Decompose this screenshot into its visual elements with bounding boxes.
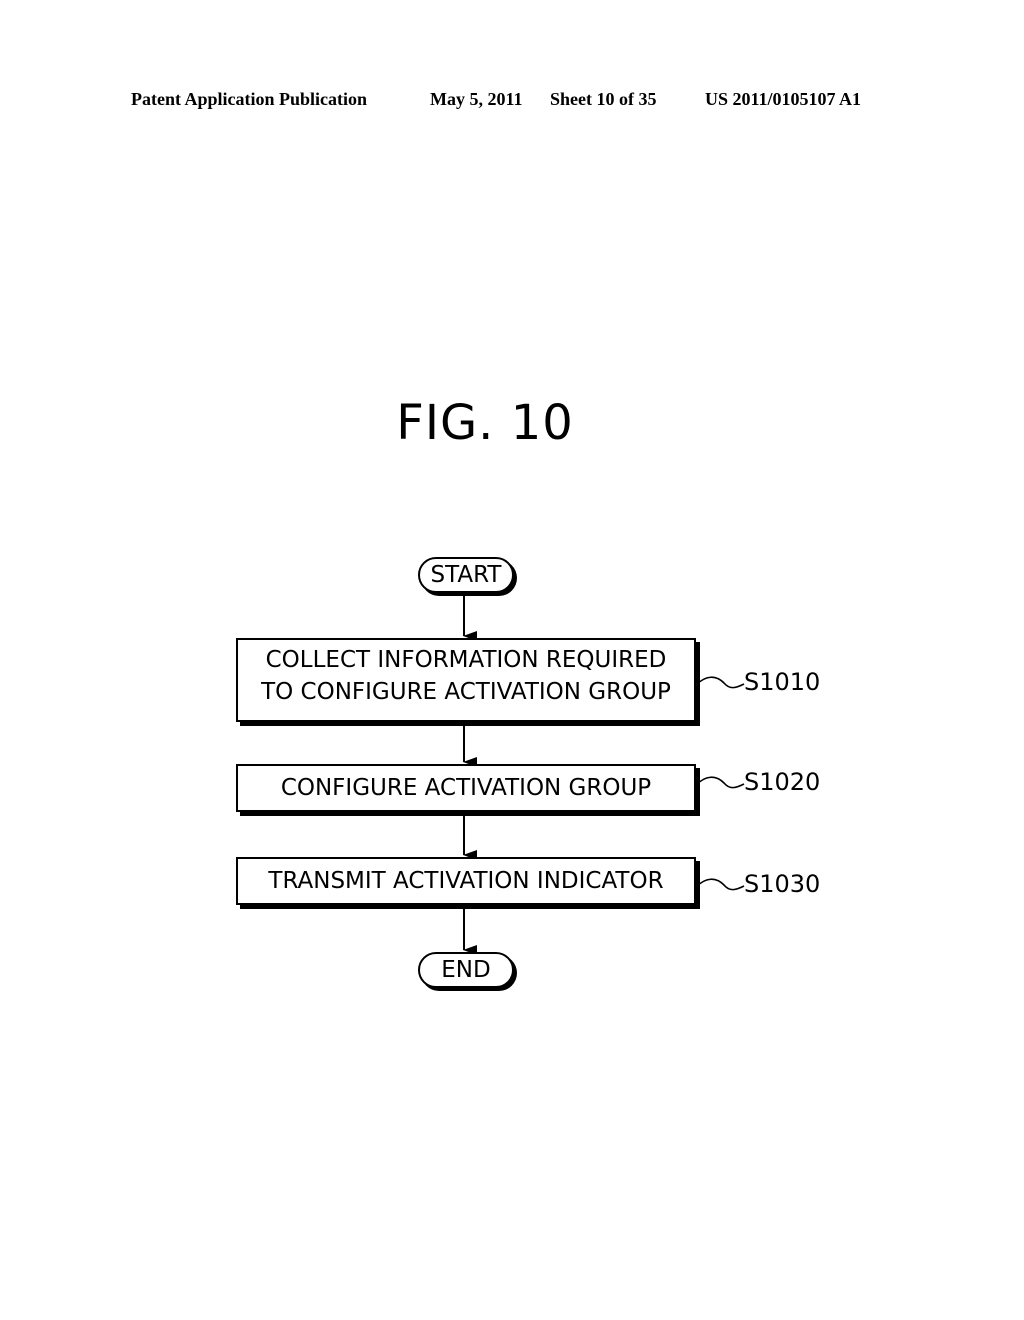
- step-s1010-line-1: COLLECT INFORMATION REQUIRED: [265, 647, 667, 673]
- step-s1020-box: CONFIGURE ACTIVATION GROUP: [236, 764, 696, 812]
- step-s1010-box: COLLECT INFORMATION REQUIRED TO CONFIGUR…: [236, 638, 696, 722]
- step-s1010-line-2: TO CONFIGURE ACTIVATION GROUP: [261, 679, 671, 705]
- step-s1020-label: S1020: [744, 768, 821, 796]
- leader-s1030: [695, 878, 745, 891]
- step-s1020-line-1: CONFIGURE ACTIVATION GROUP: [280, 775, 652, 801]
- step-s1030-line-1: TRANSMIT ACTIVATION INDICATOR: [268, 868, 664, 894]
- leader-s1020: [695, 776, 745, 789]
- end-terminal: END: [418, 952, 514, 988]
- step-s1010-label: S1010: [744, 668, 821, 696]
- step-s1030-label: S1030: [744, 870, 821, 898]
- leader-s1010: [695, 676, 745, 689]
- step-s1030-box: TRANSMIT ACTIVATION INDICATOR: [236, 857, 696, 905]
- start-terminal: START: [418, 557, 514, 593]
